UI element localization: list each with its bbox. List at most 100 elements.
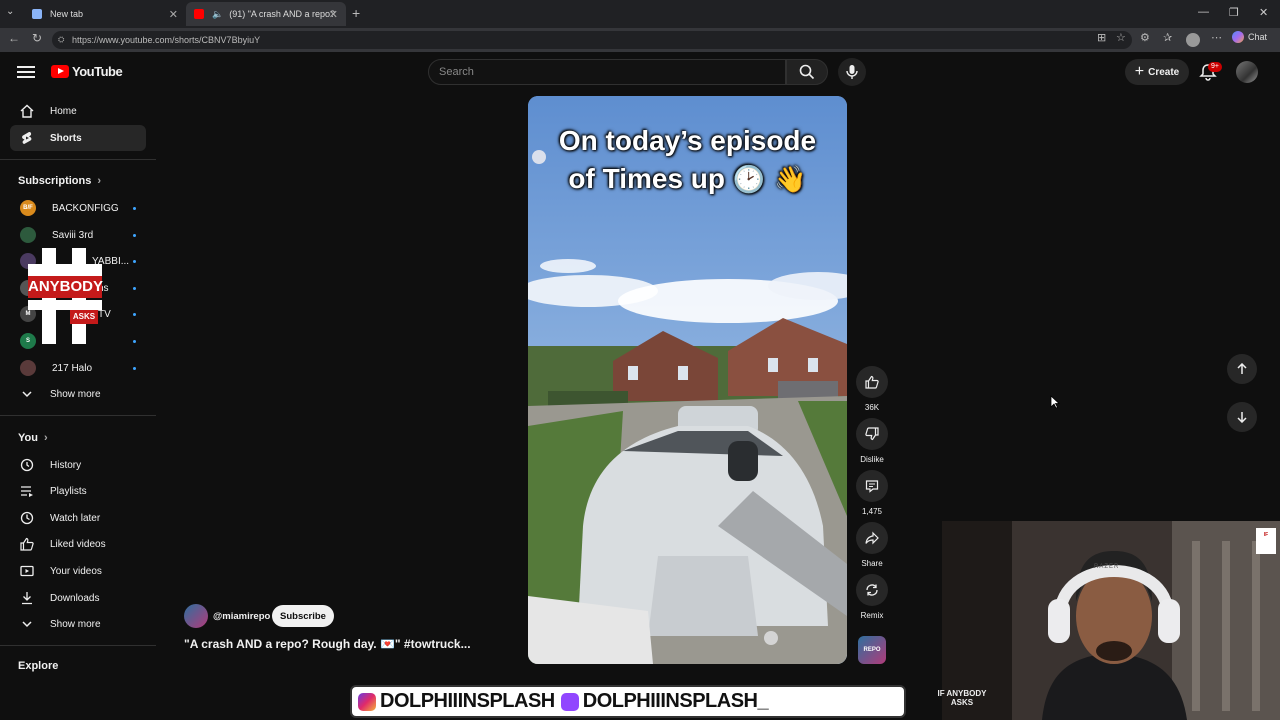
favorite-star-icon[interactable]: ☆	[1116, 31, 1126, 44]
sidebar-item-your-videos[interactable]: Your videos	[10, 558, 146, 584]
share-icon	[865, 531, 879, 545]
short-title[interactable]: "A crash AND a repo? Rough day. 💌" #towt…	[184, 637, 471, 651]
shorts-icon	[22, 131, 32, 144]
dislike-button[interactable]: Dislike	[856, 418, 888, 464]
overlay-word-anybody: ANYBODY	[28, 276, 103, 298]
plus-icon: +	[1134, 63, 1145, 80]
subscribe-button[interactable]: Subscribe	[272, 605, 334, 627]
restore-icon[interactable]: ❐	[1229, 6, 1239, 19]
stream-watermark: IF ANYBODY ASKS	[937, 689, 987, 707]
comments-button[interactable]: 1,475	[856, 470, 888, 516]
sidebar: Home Shorts Subscriptions › B/F BACKONFI…	[0, 95, 156, 685]
sidebar-item-label: Downloads	[50, 592, 100, 604]
instagram-handle: DOLPHIIINSPLASH	[358, 690, 555, 713]
like-count: 36K	[864, 403, 880, 412]
subscriptions-heading-label: Subscriptions	[18, 175, 92, 187]
sidebar-item-home[interactable]: Home	[10, 98, 146, 124]
close-window-icon[interactable]: ✕	[1259, 6, 1268, 19]
subscription-item[interactable]: Saviii 3rd	[10, 222, 146, 248]
profile-avatar-icon[interactable]	[1186, 33, 1200, 47]
create-button[interactable]: + Create	[1125, 59, 1189, 85]
sidebar-item-downloads[interactable]: Downloads	[10, 585, 146, 611]
sidebar-item-label: Playlists	[50, 485, 87, 497]
youtube-logo[interactable]: YouTube	[51, 64, 123, 79]
tab-new-tab[interactable]: New tab ✕	[24, 2, 186, 26]
search-button[interactable]	[786, 59, 828, 85]
speaker-icon[interactable]: 🔈	[212, 9, 223, 20]
instagram-icon	[358, 692, 376, 711]
sidebar-item-label: Your videos	[50, 565, 102, 577]
remix-button[interactable]: Remix	[856, 574, 888, 620]
browser-tab-bar: ⌄ New tab ✕ 🔈 (91) "A crash AND a repo? …	[0, 0, 1280, 28]
your-videos-icon	[20, 565, 34, 577]
favorites-icon[interactable]: ✰	[1163, 31, 1172, 44]
comment-count: 1,475	[861, 507, 883, 516]
sound-thumbnail[interactable]: REPO	[858, 636, 886, 664]
new-content-dot	[133, 233, 136, 237]
tab-title: New tab	[50, 9, 84, 19]
tab-list-chevron-icon[interactable]: ⌄	[6, 6, 14, 17]
playlists-icon	[21, 486, 33, 497]
share-label: Share	[861, 559, 883, 568]
channel-avatar[interactable]	[184, 604, 208, 628]
like-button[interactable]: 36K	[856, 366, 888, 412]
youtube-favicon-icon	[194, 9, 204, 19]
remix-icon	[866, 584, 878, 596]
extensions-icon[interactable]: ⚙	[1140, 31, 1150, 44]
url-field[interactable]: ⛭ https://www.youtube.com/shorts/CBNV7Bb…	[52, 31, 1132, 49]
close-tab-icon[interactable]: ✕	[329, 8, 338, 21]
new-content-dot	[133, 312, 136, 316]
subscription-item[interactable]: 217 Halo	[10, 355, 146, 381]
explore-heading: Explore	[18, 660, 58, 672]
site-info-icon[interactable]: ⛭	[58, 31, 64, 49]
explore-heading-label: Explore	[18, 660, 59, 672]
subscription-label: 217 Halo	[52, 362, 93, 374]
app-available-icon[interactable]: ⊞	[1097, 31, 1106, 44]
copilot-icon	[1232, 31, 1244, 43]
close-tab-icon[interactable]: ✕	[169, 8, 178, 21]
subscriptions-show-more[interactable]: Show more	[10, 381, 146, 407]
new-tab-button[interactable]: +	[352, 5, 360, 21]
account-avatar[interactable]	[1236, 61, 1258, 83]
subscriptions-heading[interactable]: Subscriptions ›	[18, 175, 101, 187]
tab-youtube-short[interactable]: 🔈 (91) "A crash AND a repo? Ro ✕	[186, 2, 346, 26]
sidebar-item-history[interactable]: History	[10, 452, 146, 478]
you-show-more[interactable]: Show more	[10, 611, 146, 637]
copilot-chat-button[interactable]: Chat	[1232, 31, 1267, 43]
tab-title: (91) "A crash AND a repo? Ro	[229, 9, 338, 19]
share-button[interactable]: Share	[856, 522, 888, 568]
previous-short-button[interactable]	[1227, 354, 1257, 384]
voice-search-button[interactable]	[838, 58, 866, 86]
sidebar-item-label: Liked videos	[50, 538, 106, 550]
sidebar-item-playlists[interactable]: Playlists	[10, 478, 146, 504]
new-content-dot	[133, 206, 136, 210]
you-heading[interactable]: You ›	[18, 432, 48, 444]
thumbs-down-icon	[865, 427, 879, 441]
watch-later-icon	[20, 511, 34, 525]
back-icon[interactable]: ←	[8, 31, 20, 45]
headset-brand: RAZER	[1094, 564, 1120, 570]
reload-icon[interactable]: ↻	[32, 31, 42, 45]
new-content-dot	[133, 286, 136, 290]
video-caption-overlay: On today’s episode of Times up 🕑 👋	[528, 122, 847, 199]
subscription-item[interactable]: B/F BACKONFIGG	[10, 195, 146, 221]
more-menu-icon[interactable]: ⋯	[1211, 31, 1222, 44]
next-short-button[interactable]	[1227, 402, 1257, 432]
sidebar-item-shorts[interactable]: Shorts	[10, 125, 146, 151]
caption-line-2: of Times up	[568, 163, 726, 194]
new-tab-icon	[32, 9, 42, 19]
sidebar-item-liked-videos[interactable]: Liked videos	[10, 531, 146, 557]
search-placeholder: Search	[439, 66, 474, 78]
arrow-down-icon	[1237, 412, 1247, 423]
chevron-right-icon: ›	[97, 175, 102, 187]
show-more-label: Show more	[50, 618, 101, 630]
hamburger-menu-icon[interactable]	[17, 63, 35, 81]
minimize-icon[interactable]: —	[1198, 6, 1209, 18]
search-input[interactable]: Search	[428, 59, 786, 85]
streamer-webcam: RAZER	[942, 521, 1280, 720]
sidebar-item-label: Watch later	[50, 512, 101, 524]
channel-name[interactable]: @miamirepo	[213, 611, 270, 622]
show-more-label: Show more	[50, 388, 101, 400]
sidebar-item-watch-later[interactable]: Watch later	[10, 505, 146, 531]
subscription-label: BACKONFIGG	[52, 202, 119, 214]
